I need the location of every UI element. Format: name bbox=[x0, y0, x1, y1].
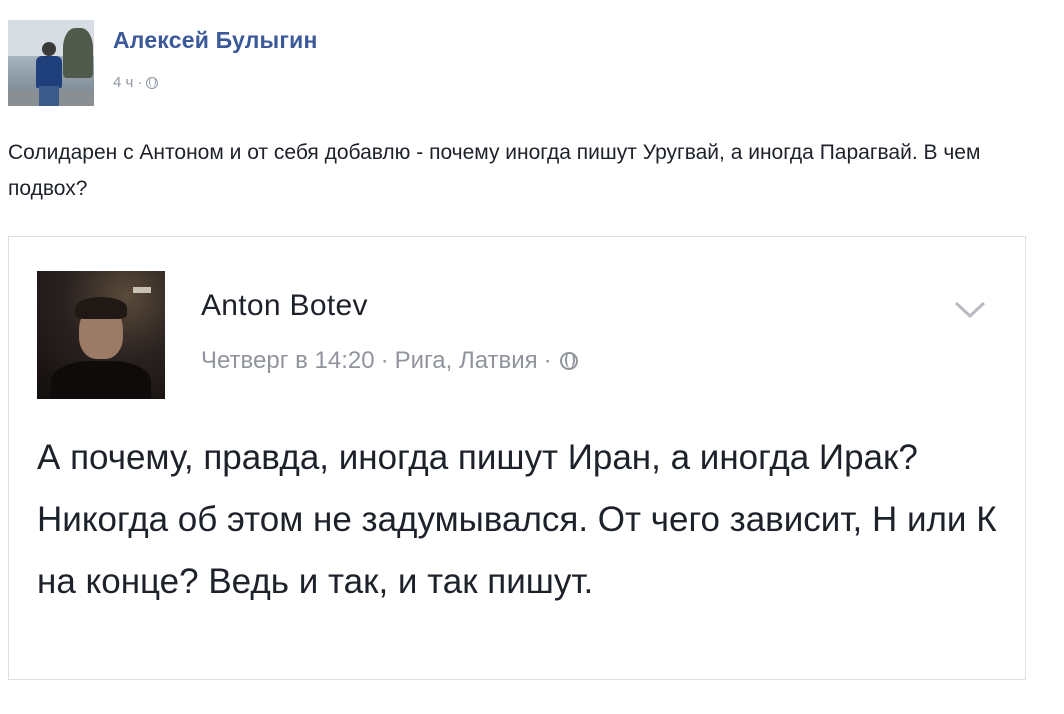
post-timestamp[interactable]: 4 ч bbox=[113, 74, 133, 91]
post-author-name[interactable]: Алексей Булыгин bbox=[113, 27, 318, 54]
shared-post-text: А почему, правда, иногда пишут Иран, а и… bbox=[37, 438, 997, 601]
globe-icon[interactable] bbox=[559, 352, 578, 370]
chevron-down-icon[interactable] bbox=[953, 299, 987, 321]
shared-post-location[interactable]: Рига, Латвия bbox=[395, 347, 538, 375]
avatar[interactable] bbox=[8, 20, 94, 106]
shared-post-timestamp[interactable]: Четверг в 14:20 bbox=[201, 347, 375, 375]
shared-author-avatar[interactable] bbox=[37, 271, 165, 399]
post-meta: 4 ч · bbox=[113, 74, 159, 91]
post-text: Солидарен с Антоном и от себя добавлю - … bbox=[8, 141, 981, 200]
facebook-post: Алексей Булыгин 4 ч · Солидарен с Антоно… bbox=[0, 0, 1064, 714]
shared-post-card[interactable]: Anton Botev Четверг в 14:20 · Рига, Латв… bbox=[8, 236, 1026, 680]
meta-separator: · bbox=[543, 347, 552, 374]
meta-separator: · bbox=[380, 347, 389, 374]
globe-icon[interactable] bbox=[146, 76, 159, 89]
shared-author-name[interactable]: Anton Botev bbox=[201, 289, 368, 323]
meta-separator: · bbox=[137, 74, 143, 91]
shared-post-meta: Четверг в 14:20 · Рига, Латвия · bbox=[201, 347, 578, 375]
